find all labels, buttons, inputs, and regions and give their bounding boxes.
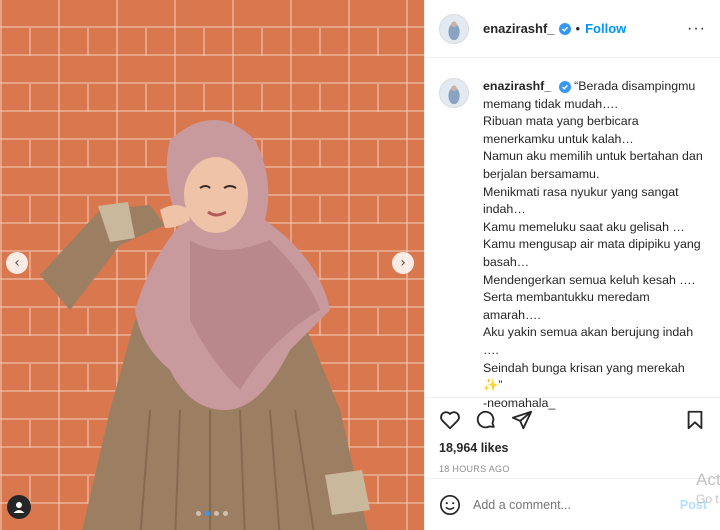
- bookmark-icon[interactable]: [684, 409, 706, 431]
- carousel-indicator: [196, 511, 228, 516]
- carousel-prev-button[interactable]: ‹: [6, 252, 28, 274]
- share-icon[interactable]: [511, 409, 533, 431]
- more-icon[interactable]: ···: [687, 20, 706, 38]
- chevron-right-icon: ›: [400, 255, 406, 271]
- windows-activation-subtitle: Go t: [696, 492, 719, 506]
- avatar[interactable]: [439, 13, 469, 44]
- windows-activation-title: Act: [696, 470, 720, 489]
- username[interactable]: enazirashf_: [483, 21, 555, 36]
- avatar-image: [440, 79, 468, 107]
- follow-button[interactable]: Follow: [585, 21, 626, 36]
- heart-icon[interactable]: [439, 409, 461, 431]
- post-header: enazirashf_ • Follow ···: [425, 0, 720, 58]
- avatar-image: [440, 14, 468, 43]
- tag-user-icon: [13, 502, 25, 513]
- separator-dot: •: [575, 21, 581, 36]
- caption-username[interactable]: enazirashf_: [483, 79, 551, 93]
- comment-form: Post: [425, 478, 720, 530]
- comment-icon[interactable]: [475, 409, 497, 431]
- carousel-dot-active: [205, 511, 210, 516]
- brick-row: [0, 28, 424, 56]
- post-photo[interactable]: ‹ ›: [0, 0, 424, 530]
- emoji-icon[interactable]: [439, 494, 461, 516]
- carousel-next-button[interactable]: ›: [392, 252, 414, 274]
- caption-text: enazirashf_ “Berada disampingmu memang t…: [483, 78, 703, 410]
- verified-icon: [558, 22, 571, 35]
- like-count[interactable]: 18,964 likes: [425, 441, 720, 455]
- carousel-dot: [214, 511, 219, 516]
- person-figure: [40, 120, 370, 530]
- verified-icon: [558, 81, 571, 93]
- brick-row: [0, 84, 424, 112]
- post-side-panel: enazirashf_ • Follow ··· enazirashf_ “Be…: [424, 0, 720, 530]
- action-bar: [425, 400, 720, 440]
- instagram-post-modal: ‹ › enazirashf_ • Follow ··· enazirashf_…: [0, 0, 720, 530]
- tag-user-button[interactable]: [7, 495, 31, 519]
- carousel-dot: [223, 511, 228, 516]
- caption: enazirashf_ “Berada disampingmu memang t…: [425, 58, 720, 410]
- comment-input[interactable]: [473, 497, 680, 512]
- carousel-dot: [196, 511, 201, 516]
- avatar[interactable]: [439, 78, 469, 108]
- chevron-left-icon: ‹: [14, 255, 20, 271]
- caption-body: “Berada disampingmu memang tidak mudah….…: [483, 79, 703, 410]
- timestamp[interactable]: 18 HOURS AGO: [425, 464, 720, 474]
